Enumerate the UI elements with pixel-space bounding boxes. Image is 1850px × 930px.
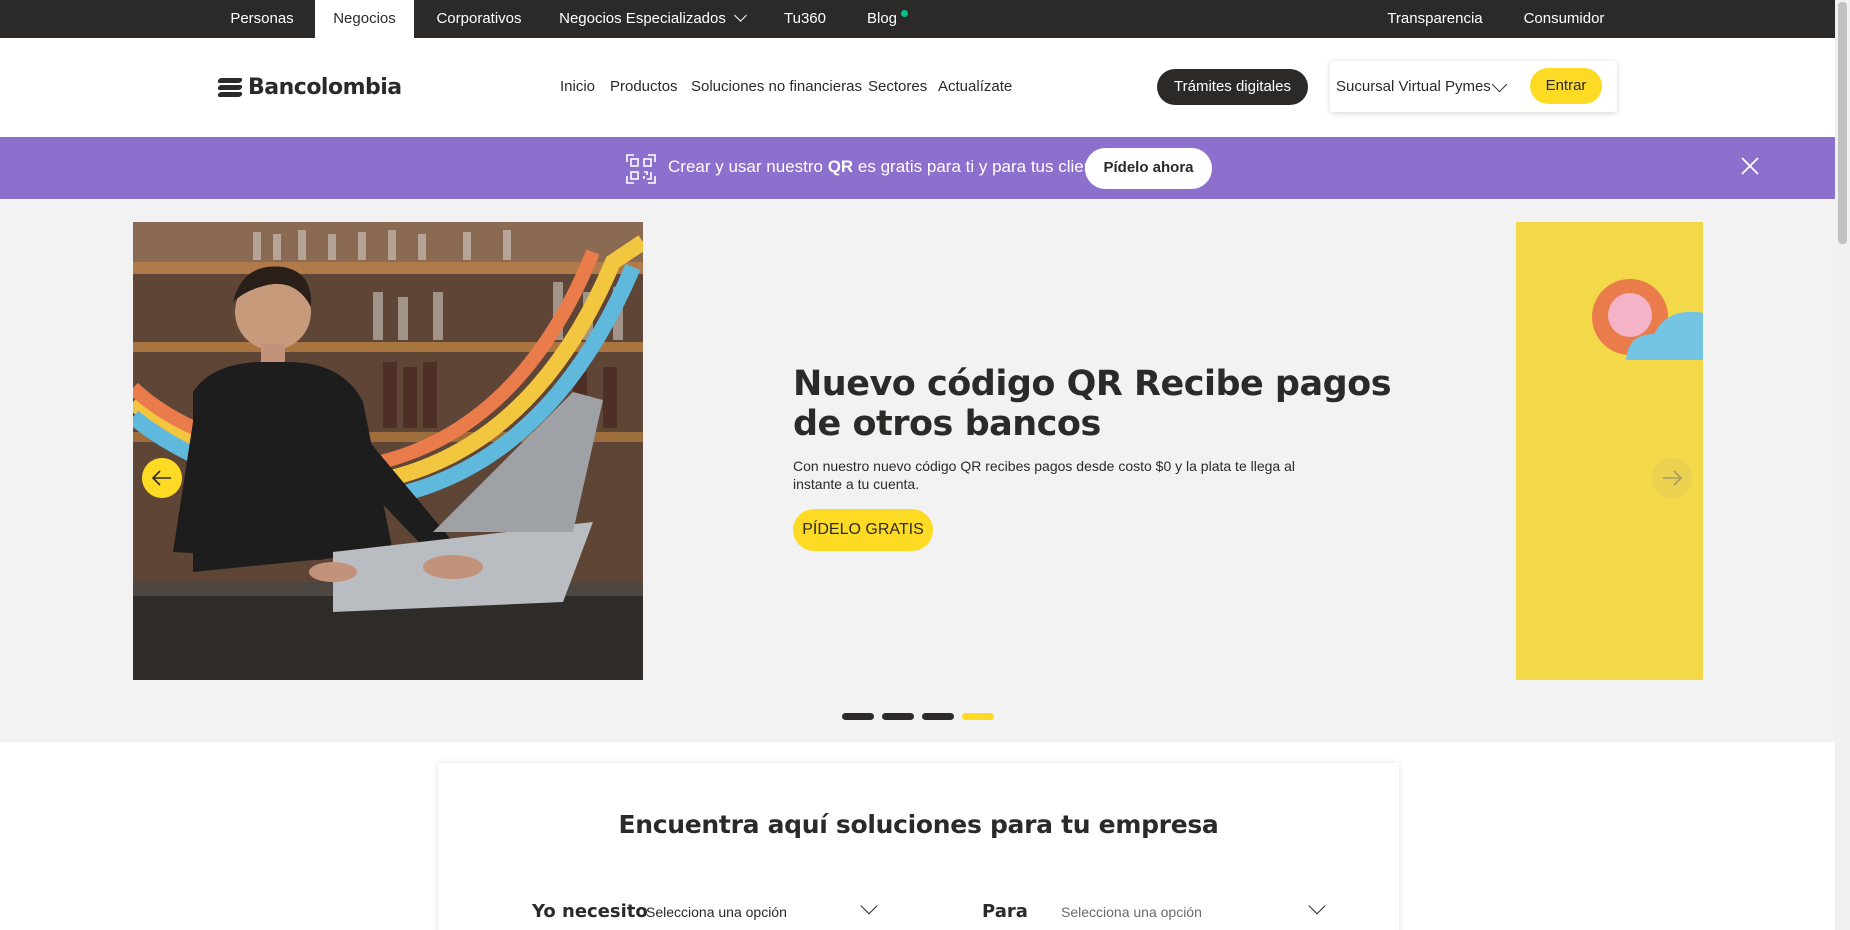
promo-text-start: Crear y usar nuestro	[668, 157, 828, 176]
link-transparencia[interactable]: Transparencia	[1380, 0, 1490, 38]
solutions-finder-card: Encuentra aquí soluciones para tu empres…	[438, 763, 1399, 930]
segment-bar: Personas Negocios Corporativos Negocios …	[0, 0, 1835, 38]
carousel-dot-2[interactable]	[882, 713, 914, 720]
nav-actualizate[interactable]: Actualízate	[938, 78, 1012, 95]
close-icon[interactable]	[1739, 155, 1761, 177]
chevron-down-icon[interactable]	[860, 897, 878, 915]
segment-tu360[interactable]: Tu360	[770, 0, 840, 38]
segment-corporativos[interactable]: Corporativos	[425, 0, 533, 38]
arrow-left-icon[interactable]	[142, 458, 182, 498]
nav-soluciones-no-financieras[interactable]: Soluciones no financieras	[691, 78, 862, 95]
for-select[interactable]: Selecciona una opción	[1061, 904, 1202, 920]
carousel-dot-1[interactable]	[842, 713, 874, 720]
hero-description: Con nuestro nuevo código QR recibes pago…	[793, 458, 1295, 492]
hero-title: Nuevo código QR Recibe pagos de otros ba…	[793, 364, 1392, 444]
solutions-finder-title: Encuentra aquí soluciones para tu empres…	[618, 810, 1219, 839]
arrow-right-icon[interactable]	[1652, 458, 1692, 498]
tramites-digitales-button[interactable]: Trámites digitales	[1157, 69, 1308, 105]
qr-code-icon	[626, 154, 656, 184]
blog-new-indicator	[901, 10, 908, 17]
segment-blog[interactable]: Blog	[858, 0, 906, 38]
for-label: Para	[982, 901, 1028, 922]
carousel-dot-4[interactable]	[962, 713, 994, 720]
page-scrollbar[interactable]	[1835, 0, 1850, 930]
segment-personas[interactable]: Personas	[222, 0, 302, 38]
chevron-down-icon[interactable]	[1491, 76, 1508, 93]
entrar-button[interactable]: Entrar	[1530, 68, 1602, 104]
promo-text-end: es gratis para ti y para tus clientes.	[853, 157, 1121, 176]
scrollbar-thumb[interactable]	[1838, 2, 1847, 244]
logo-text: Bancolombia	[248, 74, 402, 100]
bancolombia-logo[interactable]: Bancolombia	[217, 72, 402, 102]
hero-carousel: Nuevo código QR Recibe pagos de otros ba…	[0, 199, 1835, 742]
promo-banner: Crear y usar nuestro QR es gratis para t…	[0, 137, 1835, 199]
main-header: Bancolombia Inicio Productos Soluciones …	[0, 38, 1835, 137]
next-slide-preview	[1516, 222, 1703, 680]
login-box: Sucursal Virtual Pymes Entrar	[1330, 61, 1617, 112]
nav-inicio[interactable]: Inicio	[560, 78, 595, 95]
bancolombia-mark-icon	[217, 75, 244, 99]
segment-negocios-especializados-label: Negocios Especializados	[559, 10, 726, 27]
chevron-down-icon	[734, 9, 747, 22]
need-select[interactable]: Selecciona una opción	[646, 904, 787, 920]
chevron-down-icon[interactable]	[1308, 897, 1326, 915]
pidelo-ahora-button[interactable]: Pídelo ahora	[1085, 148, 1212, 189]
login-portal-select[interactable]: Sucursal Virtual Pymes	[1336, 61, 1491, 112]
need-label: Yo necesito	[532, 901, 648, 922]
segment-negocios[interactable]: Negocios	[315, 0, 414, 38]
nav-sectores[interactable]: Sectores	[868, 78, 927, 95]
promo-text: Crear y usar nuestro QR es gratis para t…	[668, 157, 1121, 177]
segment-negocios-especializados[interactable]: Negocios Especializados	[552, 0, 752, 38]
page: Personas Negocios Corporativos Negocios …	[0, 0, 1850, 930]
link-consumidor[interactable]: Consumidor	[1512, 0, 1616, 38]
nav-productos[interactable]: Productos	[610, 78, 678, 95]
promo-text-bold: QR	[827, 157, 854, 176]
pidelo-gratis-button[interactable]: PÍDELO GRATIS	[793, 509, 933, 551]
hero-image	[133, 222, 643, 680]
carousel-dot-3[interactable]	[922, 713, 954, 720]
